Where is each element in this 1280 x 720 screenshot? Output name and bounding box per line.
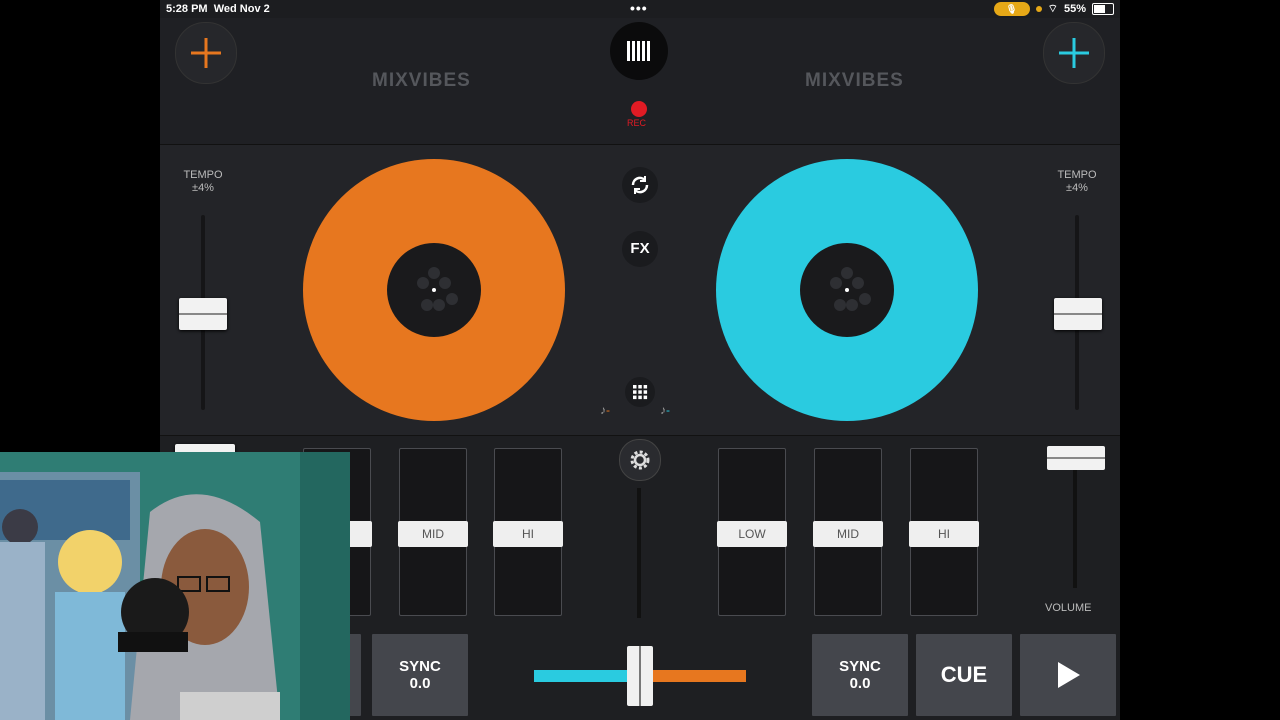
volume-label: VOLUME [1045, 602, 1092, 614]
crossfader-deck-b-bar [534, 670, 634, 682]
center-fader-track [637, 488, 641, 618]
eq-slot-left-mid[interactable]: MID [398, 448, 468, 616]
turntable-deck-b[interactable] [716, 159, 978, 421]
fx-button[interactable]: FX [622, 231, 658, 267]
add-track-left-button[interactable] [175, 22, 237, 84]
tempo-fader-left[interactable] [179, 298, 227, 330]
plus-icon [1059, 38, 1089, 68]
music-note-icon: ♪- [600, 403, 610, 417]
volume-fader-right[interactable] [1047, 446, 1105, 470]
webcam-overlay [0, 452, 350, 720]
status-bar: 5:28 PM Wed Nov 2 ••• 🎙 ⌔ 55% [160, 0, 1120, 18]
crossfader-handle[interactable] [627, 646, 653, 706]
battery-icon [1092, 3, 1114, 15]
loop-icon [631, 176, 649, 194]
eq-slot-right-hi[interactable]: HI [909, 448, 979, 616]
turntable-deck-a[interactable] [303, 159, 565, 421]
recording-dot-icon [1035, 6, 1042, 12]
grid-button[interactable] [625, 377, 655, 407]
logo-left: MIXVIBES [372, 70, 471, 91]
status-time: 5:28 PM Wed Nov 2 [166, 3, 270, 15]
volume-track-right [1073, 466, 1077, 588]
battery-percent: 55% [1063, 3, 1086, 15]
play-icon [1058, 662, 1080, 688]
sync-button-left[interactable]: SYNC 0.0 [372, 634, 468, 716]
platter-dots-icon [830, 267, 871, 311]
tempo-label-left: TEMPO ±4% [183, 169, 223, 194]
status-right: 🎙 ⌔ 55% [993, 2, 1114, 16]
add-track-right-button[interactable] [1043, 22, 1105, 84]
mic-indicator-icon: 🎙 [993, 2, 1030, 16]
logo-right: MIXVIBES [805, 70, 904, 91]
music-note-icon: ♪- [660, 403, 670, 417]
top-bar: MIXVIBES MIXVIBES REC [160, 18, 1120, 145]
gear-icon [630, 450, 650, 470]
play-button[interactable] [1020, 634, 1116, 716]
menu-bars-icon [627, 41, 650, 61]
webcam-feed-image [0, 452, 350, 720]
eq-slot-left-hi[interactable]: HI [493, 448, 563, 616]
decks-area: TEMPO ±4% FX ♪- ♪- TEMPO ±4% [160, 145, 1120, 436]
cue-button[interactable]: CUE [916, 634, 1012, 716]
eq-knob-left-mid[interactable]: MID [398, 521, 468, 547]
eq-knob-right-hi[interactable]: HI [909, 521, 979, 547]
platter-label-a [387, 243, 481, 337]
eq-slot-right-mid[interactable]: MID [813, 448, 883, 616]
loop-button[interactable] [622, 167, 658, 203]
plus-icon [191, 38, 221, 68]
eq-knob-right-mid[interactable]: MID [813, 521, 883, 547]
wifi-icon: ⌔ [1047, 3, 1058, 15]
sync-button-right[interactable]: SYNC 0.0 [812, 634, 908, 716]
menu-button[interactable] [610, 22, 668, 80]
record-button[interactable] [631, 101, 647, 117]
eq-knob-right-low[interactable]: LOW [717, 521, 787, 547]
eq-knob-left-hi[interactable]: HI [493, 521, 563, 547]
record-label: REC [627, 118, 647, 128]
grid-icon [633, 385, 648, 400]
multitask-dots-icon[interactable]: ••• [630, 0, 648, 16]
tempo-label-right: TEMPO ±4% [1057, 169, 1097, 194]
tempo-fader-right[interactable] [1054, 298, 1102, 330]
platter-label-b [800, 243, 894, 337]
platter-dots-icon [417, 267, 458, 311]
eq-slot-right-low[interactable]: LOW [717, 448, 787, 616]
settings-button[interactable] [619, 439, 661, 481]
crossfader-deck-a-bar [650, 670, 746, 682]
